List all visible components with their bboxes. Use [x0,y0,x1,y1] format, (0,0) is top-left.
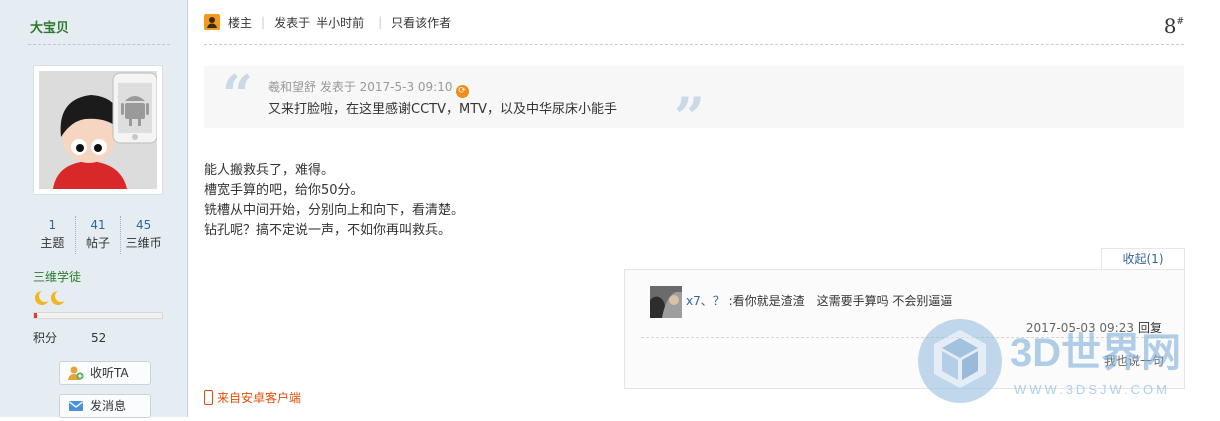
stat-label: 三维币 [125,236,162,250]
follow-button-label: 收听TA [90,366,129,380]
comments-panel: x7、？ :看你就是渣渣 这需要手算吗 不会别逼逼 2017-05-03 09:… [624,269,1185,389]
stat-coins[interactable]: 45 三维币 [120,216,166,254]
thread-starter-icon [204,14,220,30]
content-line: 能人搬救兵了，难得。 [204,163,335,178]
points-value: 52 [91,331,107,345]
divider [641,337,1169,338]
author-sidebar: 大宝贝 1 主题 41 帖子 45 三维币 三维学徒 积分 52 收听TA 发消… [0,0,188,418]
moon-icon [51,290,67,305]
follow-button[interactable]: 收听TA [59,361,151,385]
points: 积分 52 [33,329,106,346]
collapse-comments-button[interactable]: 收起(1) [1101,248,1185,270]
user-rank[interactable]: 三维学徒 [33,268,81,285]
divider: | [261,15,266,29]
comment-reply-link[interactable]: 回复 [1138,321,1162,335]
comment-time: 2017-05-03 09:23 [1025,321,1134,335]
moon-icon [35,290,51,305]
phone-icon [204,390,213,405]
content-line: 槽宽手算的吧，给你50分。 [204,183,364,198]
open-quote-icon: “ [222,63,254,127]
quote-header: 羲和望舒 发表于 2017-5-3 09:10 ⟳ [268,78,469,98]
stat-value: 41 [90,218,106,232]
stat-threads[interactable]: 1 主题 [30,216,75,254]
envelope-icon [68,398,84,421]
comment-line: x7、？ :看你就是渣渣 这需要手算吗 不会别逼逼 [686,292,952,309]
points-label: 积分 [33,331,58,345]
stat-value: 1 [48,218,57,232]
floor-number-value: 8 [1163,14,1177,38]
stat-label: 帖子 [86,236,111,250]
comment-user[interactable]: x7、？ [686,294,725,308]
posted-prefix: 发表于 [274,15,311,30]
jump-to-post-icon[interactable]: ⟳ [455,85,469,98]
post-main: 楼主 | 发表于 半小时前 | 只看该作者 8# “ 羲和望舒 发表于 2017… [188,0,1220,417]
content-line: 钻孔呢？搞不定说一声，不如你再叫救兵。 [204,223,452,238]
posted-time: 半小时前 [316,15,365,30]
level-icons [34,290,68,306]
floor-number[interactable]: 8# [1164,14,1184,38]
level-progress-fill [34,313,37,318]
divider [28,44,170,45]
comment-avatar[interactable] [650,286,682,318]
only-author-link[interactable]: 只看该作者 [391,14,451,31]
author-username[interactable]: 大宝贝 [30,17,69,36]
close-quote-icon: ” [674,85,706,149]
divider [204,44,1184,45]
quote-block: “ 羲和望舒 发表于 2017-5-3 09:10 ⟳ 又来打脸啦，在这里感谢CC… [204,63,1184,144]
comment-text: :看你就是渣渣 这需要手算吗 不会别逼逼 [728,294,953,308]
quote-header-text: 羲和望舒 发表于 2017-5-3 09:10 [268,80,453,94]
author-badge: 楼主 [228,15,253,30]
comment-meta: 2017-05-03 09:23 回复 [1026,319,1162,336]
stat-posts[interactable]: 41 帖子 [74,216,121,254]
author-stats: 1 主题 41 帖子 45 三维币 [30,216,166,254]
stat-value: 45 [136,218,152,232]
post-source-label: 来自安卓客户端 [217,391,302,405]
avatar[interactable] [33,65,163,195]
follow-icon [68,365,84,388]
level-progress-bar [33,312,163,319]
quote-body: 又来打脸啦，在这里感谢CCTV，MTV，以及中华尿床小能手 [268,102,618,117]
add-comment-link[interactable]: 我也说一句 [1104,352,1164,369]
post-content: 能人搬救兵了，难得。 槽宽手算的吧，给你50分。 铣槽从中间开始，分别向上和向下… [204,161,464,241]
floor-suffix: # [1176,17,1184,28]
post-meta: 楼主 | 发表于 半小时前 | 只看该作者 [204,13,451,31]
divider: | [378,15,383,29]
content-line: 铣槽从中间开始，分别向上和向下，看清楚。 [204,203,465,218]
message-button-label: 发消息 [90,399,127,413]
message-button[interactable]: 发消息 [59,394,151,418]
stat-label: 主题 [40,236,65,250]
post-source[interactable]: 来自安卓客户端 [204,389,301,406]
avatar-image [39,71,157,189]
